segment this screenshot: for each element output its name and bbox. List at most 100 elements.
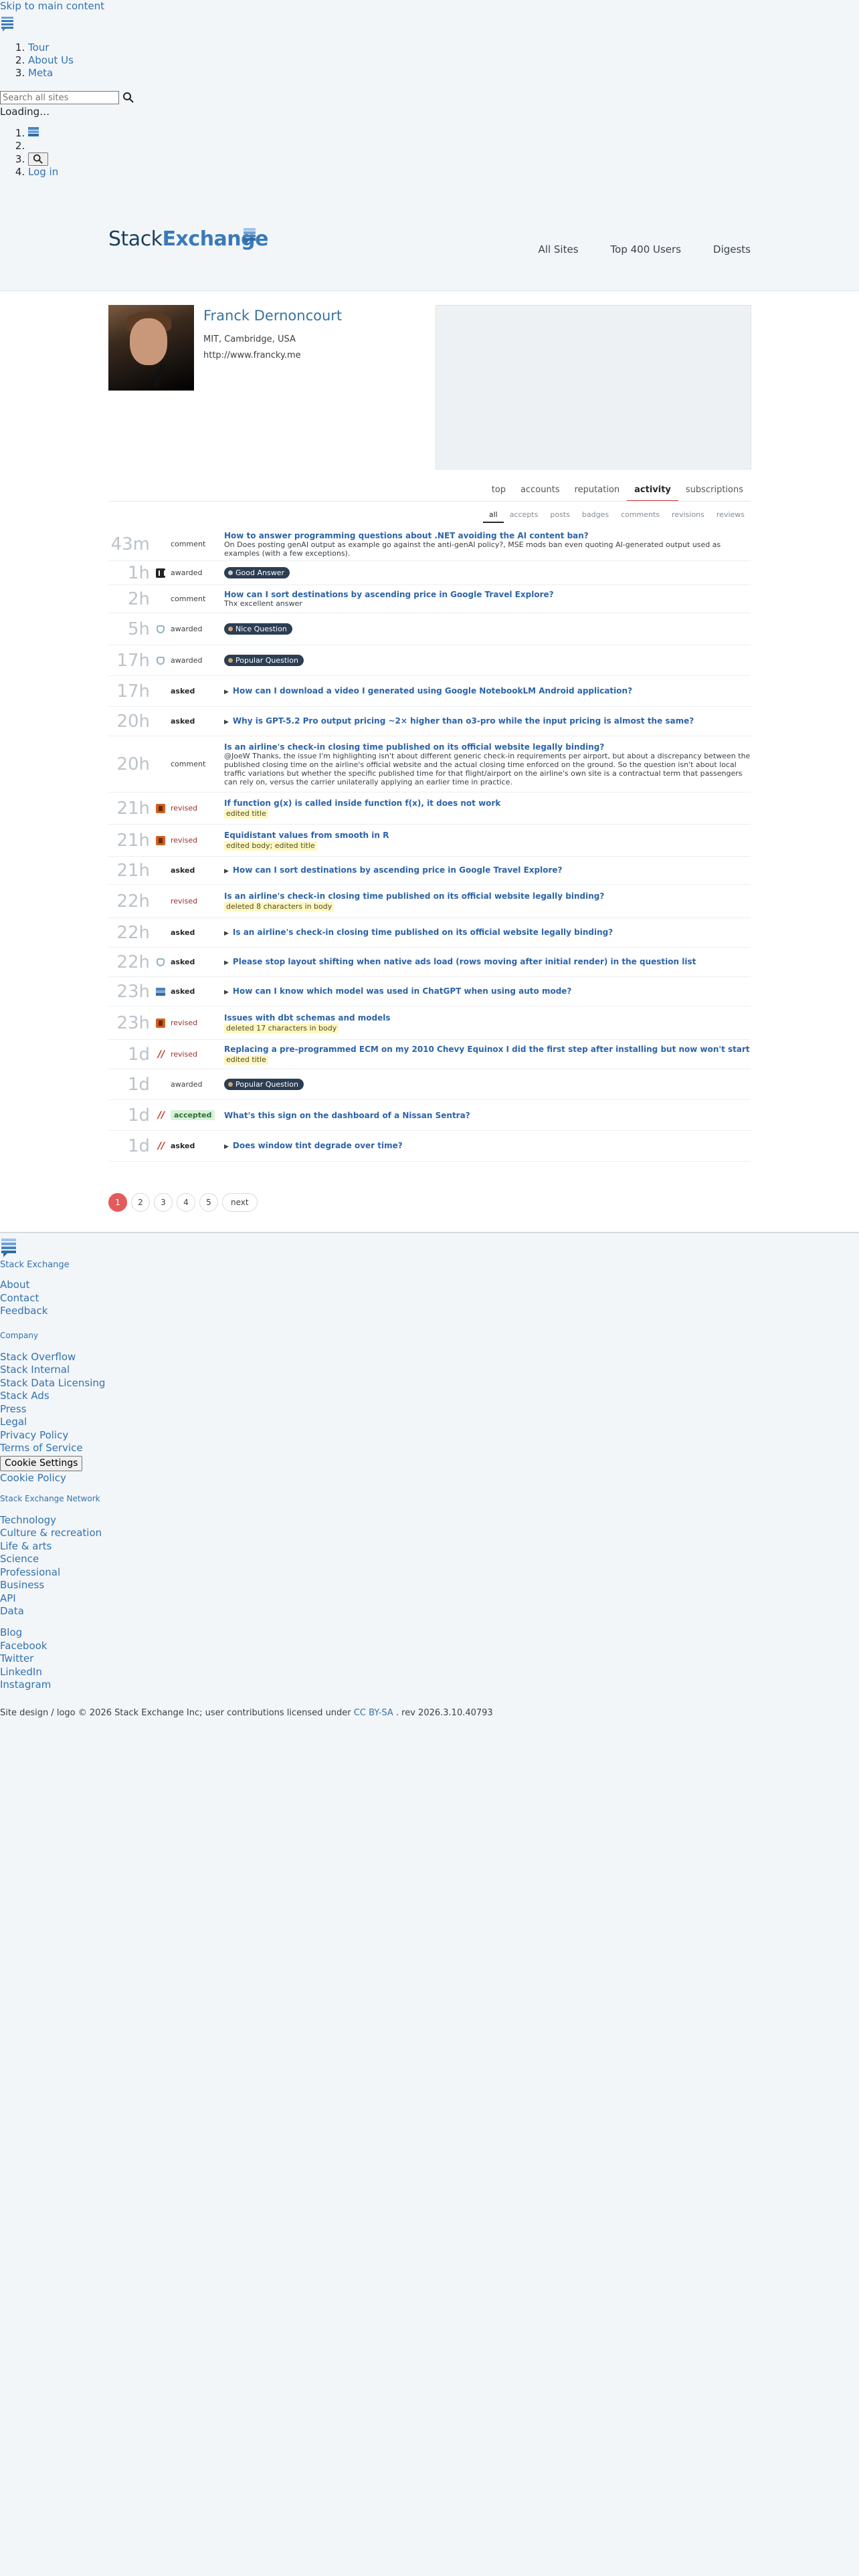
footer-company-link[interactable]: Stack Data Licensing — [0, 1377, 105, 1390]
log-in-link[interactable]: Log in — [28, 166, 58, 178]
badge[interactable]: Nice Question — [224, 623, 292, 635]
activity-time[interactable]: 43m — [108, 536, 150, 553]
mechanics-site-icon[interactable]: // — [155, 1049, 167, 1061]
tab-top[interactable]: top — [484, 485, 513, 502]
footer-network-link[interactable]: Data — [0, 1605, 102, 1618]
footer-network-link[interactable]: Professional — [0, 1566, 102, 1580]
license-link[interactable]: CC BY-SA — [354, 1708, 393, 1718]
avatar[interactable] — [108, 305, 194, 391]
post-title-link[interactable]: ▶ How can I download a video I generated … — [224, 686, 751, 697]
filter-tab-posts[interactable]: posts — [544, 510, 576, 523]
pager-next-button[interactable]: next — [222, 1193, 258, 1212]
post-title-link[interactable]: How to answer programming questions abou… — [224, 531, 751, 540]
footer-network-link[interactable]: Life & arts — [0, 1540, 102, 1553]
activity-time[interactable]: 20h — [108, 713, 150, 730]
all-sites-link[interactable]: All Sites — [539, 243, 579, 255]
activity-time[interactable]: 1h — [108, 564, 150, 582]
tab-reputation[interactable]: reputation — [567, 485, 628, 502]
filter-tab-all[interactable]: all — [482, 510, 504, 523]
post-title-link[interactable]: ▶ Please stop layout shifting when native… — [224, 957, 751, 968]
filter-tab-comments[interactable]: comments — [615, 510, 666, 523]
post-title-link[interactable]: ▶ Why is GPT-5.2 Pro output pricing ~2× h… — [224, 716, 751, 727]
footer-contact-link[interactable]: Contact — [0, 1292, 47, 1305]
ux-site-icon[interactable] — [155, 623, 167, 635]
post-title-link[interactable]: How can I sort destinations by ascending… — [224, 590, 751, 599]
pager-page-2[interactable]: 2 — [131, 1193, 150, 1212]
activity-time[interactable]: 22h — [108, 954, 150, 971]
activity-time[interactable]: 21h — [108, 800, 150, 817]
post-title-link[interactable]: What's this sign on the dashboard of a N… — [224, 1111, 751, 1120]
footer-instagram-link[interactable]: Instagram — [0, 1679, 51, 1692]
search-input[interactable] — [0, 91, 119, 104]
footer-feedback-link[interactable]: Feedback — [0, 1305, 47, 1318]
activity-time[interactable]: 1d — [108, 1046, 150, 1063]
footer-network-link[interactable]: API — [0, 1592, 102, 1606]
digests-link[interactable]: Digests — [713, 243, 751, 255]
filter-tab-reviews[interactable]: reviews — [710, 510, 751, 523]
tab-activity[interactable]: activity — [627, 485, 678, 502]
post-title-link[interactable]: ▶ How can I know which model was used in … — [224, 986, 751, 997]
footer-network-link[interactable]: Business — [0, 1579, 102, 1592]
tab-accounts[interactable]: accounts — [513, 485, 567, 502]
footer-company-link[interactable]: Terms of Service — [0, 1442, 105, 1455]
post-title-link[interactable]: ▶ Is an airline's check-in closing time p… — [224, 928, 751, 938]
activity-time[interactable]: 1d — [108, 1138, 150, 1155]
footer-company-link[interactable]: Legal — [0, 1416, 105, 1429]
post-title-link[interactable]: Issues with dbt schemas and models — [224, 1013, 751, 1023]
post-title-link[interactable]: If function g(x) is called inside functi… — [224, 798, 751, 808]
filter-tab-revisions[interactable]: revisions — [666, 510, 710, 523]
activity-time[interactable]: 20h — [108, 756, 150, 773]
ai-site-icon[interactable] — [155, 1017, 167, 1029]
activity-time[interactable]: 2h — [108, 591, 150, 608]
post-title-link[interactable]: ▶ Does window tint degrade over time? — [224, 1141, 751, 1152]
meta-site-icon[interactable] — [155, 567, 167, 579]
cookie-policy-link[interactable]: Cookie Policy — [0, 1472, 105, 1485]
activity-time[interactable]: 22h — [108, 893, 150, 910]
footer-company-heading[interactable]: Company — [0, 1329, 105, 1343]
top-users-link[interactable]: Top 400 Users — [611, 243, 681, 255]
skip-to-content-link[interactable]: Skip to main content — [0, 0, 104, 12]
site-switcher-icon[interactable] — [28, 127, 39, 136]
footer-about-link[interactable]: About — [0, 1279, 47, 1292]
pager-page-4[interactable]: 4 — [177, 1193, 195, 1212]
pager-page-3[interactable]: 3 — [154, 1193, 173, 1212]
ux-site-icon[interactable] — [155, 655, 167, 667]
stack-exchange-logo-icon[interactable] — [0, 1236, 17, 1259]
about-us-link[interactable]: About Us — [28, 54, 74, 66]
footer-company-link[interactable]: Privacy Policy — [0, 1429, 105, 1442]
cookie-settings-button[interactable]: Cookie Settings — [0, 1455, 83, 1471]
user-website[interactable]: http://www.francky.me — [203, 350, 301, 360]
activity-time[interactable]: 23h — [108, 1014, 150, 1032]
post-title-link[interactable]: Equidistant values from smooth in R — [224, 831, 751, 840]
activity-time[interactable]: 17h — [108, 683, 150, 700]
search-icon[interactable] — [122, 92, 134, 104]
activity-time[interactable]: 22h — [108, 924, 150, 942]
badge[interactable]: Popular Question — [224, 655, 304, 666]
post-title-link[interactable]: Is an airline's check-in closing time pu… — [224, 891, 751, 901]
tab-subscriptions[interactable]: subscriptions — [678, 485, 751, 502]
footer-network-link[interactable]: Culture & recreation — [0, 1527, 102, 1540]
activity-time[interactable]: 21h — [108, 862, 150, 879]
footer-network-link[interactable]: Science — [0, 1553, 102, 1566]
activity-time[interactable]: 1d — [108, 1076, 150, 1093]
search-toggle-button[interactable] — [28, 152, 48, 166]
activity-time[interactable]: 1d — [108, 1107, 150, 1124]
filter-tab-accepts[interactable]: accepts — [504, 510, 545, 523]
post-title-link[interactable]: Is an airline's check-in closing time pu… — [224, 742, 751, 752]
ai-site-icon[interactable] — [155, 835, 167, 847]
activity-time[interactable]: 21h — [108, 832, 150, 849]
ux-site-icon[interactable] — [155, 956, 167, 968]
activity-time[interactable]: 17h — [108, 652, 150, 669]
post-title-link[interactable]: ▶ How can I sort destinations by ascendin… — [224, 865, 751, 876]
stack-exchange-logo-icon[interactable] — [0, 15, 15, 32]
pager-page-5[interactable]: 5 — [199, 1193, 218, 1212]
footer-blog-link[interactable]: Blog — [0, 1626, 51, 1640]
ai-site-icon[interactable] — [155, 802, 167, 815]
footer-company-link[interactable]: Press — [0, 1403, 105, 1416]
footer-brand-link[interactable]: Stack Exchange — [0, 1260, 70, 1270]
activity-time[interactable]: 23h — [108, 983, 150, 1000]
mechanics-site-icon[interactable]: // — [155, 1109, 167, 1121]
user-name[interactable]: Franck Dernoncourt — [203, 308, 342, 324]
footer-company-link[interactable]: Stack Internal — [0, 1364, 105, 1377]
mechanics-site-icon[interactable]: // — [155, 1140, 167, 1152]
